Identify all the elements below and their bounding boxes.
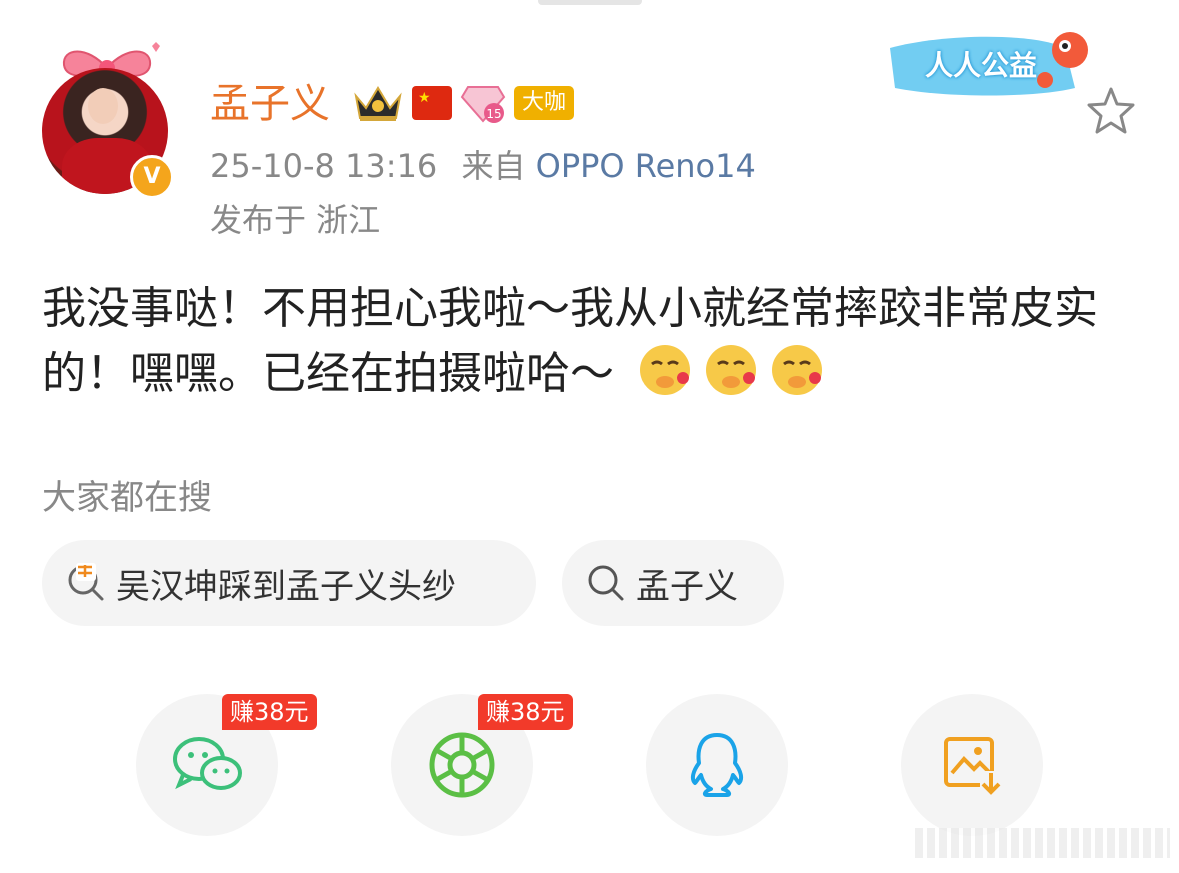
user-badges: ★ 15 大咖 — [352, 80, 575, 126]
search-chip[interactable]: 吴汉坤踩到孟子义头纱 — [42, 540, 536, 626]
moments-icon — [429, 732, 495, 798]
post-content: 我没事哒！不用担心我啦～我从小就经常摔跤非常皮实的！嘿嘿。已经在拍摄啦哈～ — [42, 278, 1142, 405]
post-text: 我没事哒！不用担心我啦～我从小就经常摔跤非常皮实的！嘿嘿。已经在拍摄啦哈～ — [42, 283, 1098, 399]
save-image-icon — [944, 737, 1002, 795]
qq-icon — [690, 733, 744, 797]
favorite-star-icon[interactable] — [1085, 85, 1137, 135]
post-meta: 25-10-8 13:16 来自 OPPO Reno14 — [210, 146, 756, 186]
hot-search-icon — [68, 563, 104, 601]
crown-icon — [354, 86, 402, 121]
wechat-icon — [173, 737, 242, 790]
top-handle — [538, 0, 642, 5]
shy-face-emoji-icon — [706, 345, 756, 395]
avatar-area[interactable]: V — [40, 40, 190, 200]
svg-text:15: 15 — [486, 107, 501, 121]
charity-label[interactable]: 人人公益 — [925, 44, 1037, 84]
post-time: 25-10-8 13:16 — [210, 147, 438, 185]
verified-badge-icon: V — [130, 155, 174, 199]
trending-search-title: 大家都在搜 — [42, 478, 212, 518]
post-device[interactable]: OPPO Reno14 — [536, 147, 756, 185]
search-chip-label: 吴汉坤踩到孟子义头纱 — [116, 566, 456, 607]
diamond-level-icon: 15 — [460, 86, 506, 123]
search-chip-label: 孟子义 — [636, 566, 738, 607]
shy-face-emoji-icon — [640, 345, 690, 395]
post-location: 发布于 浙江 — [210, 201, 381, 239]
save-image-button[interactable] — [901, 694, 1043, 836]
search-icon — [588, 565, 624, 601]
earn-badge: 赚38元 — [478, 694, 573, 730]
watermark-strip — [915, 828, 1170, 858]
search-chip[interactable]: 孟子义 — [562, 540, 784, 626]
source-prefix: 来自 — [461, 147, 526, 185]
shy-face-emoji-icon — [772, 345, 822, 395]
user-name[interactable]: 孟子义 — [210, 80, 330, 128]
earn-badge: 赚38元 — [222, 694, 317, 730]
dakai-badge: 大咖 — [514, 86, 575, 120]
share-qq-button[interactable] — [646, 694, 788, 836]
china-flag-icon: ★ — [412, 86, 452, 120]
